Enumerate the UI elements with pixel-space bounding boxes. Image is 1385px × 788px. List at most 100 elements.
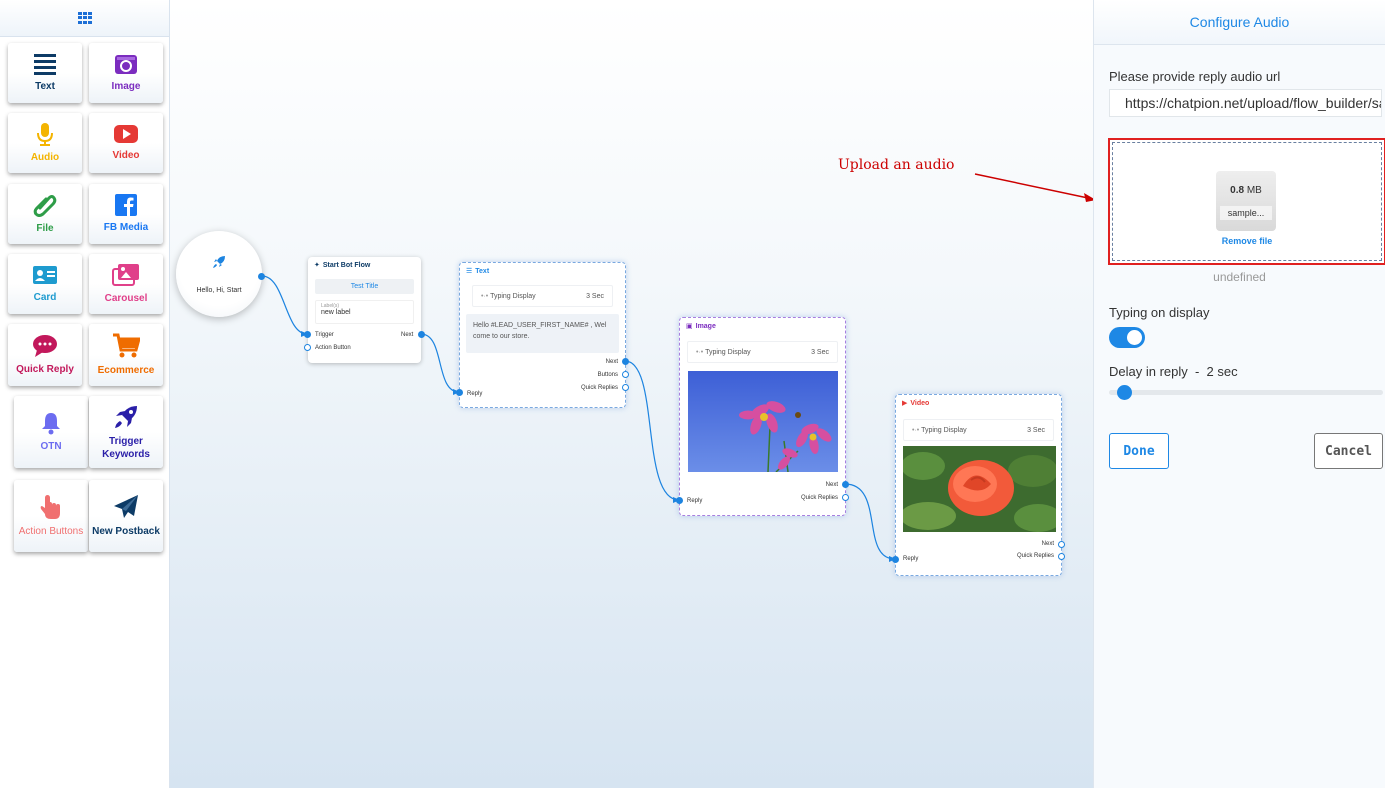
- grid-icon[interactable]: [77, 12, 92, 24]
- palette-item-label: Image: [111, 81, 141, 92]
- palette-item-action-buttons[interactable]: Action Buttons: [14, 480, 88, 552]
- typing-display-row: •·• Typing Display 3 Sec: [472, 285, 613, 307]
- palette-item-label: Card: [33, 292, 57, 303]
- palette-item-label: File: [36, 223, 54, 234]
- panel-title: Configure Audio: [1094, 0, 1385, 45]
- file-size: 0.8 MB: [1216, 185, 1276, 196]
- youtube-icon: [114, 125, 138, 143]
- buttons-label: Buttons: [597, 372, 618, 378]
- text-node[interactable]: ☰ Text •·• Typing Display 3 Sec Hello #L…: [459, 262, 626, 408]
- typing-dots-icon: •·•: [912, 426, 922, 434]
- video-reply-port[interactable]: [892, 556, 899, 563]
- start-bot-flow-node[interactable]: ✦ Start Bot Flow Test Title Label(s) new…: [308, 257, 421, 363]
- bot-flow-next-port[interactable]: [418, 331, 425, 338]
- audio-dropzone[interactable]: 0.8 MB sample... Remove file: [1108, 138, 1385, 265]
- image-quick-replies-port[interactable]: [842, 494, 849, 501]
- file-size-value: 0.8: [1230, 185, 1245, 196]
- palette-item-trigger-keywords[interactable]: Trigger Keywords: [89, 396, 163, 468]
- palette-item-audio[interactable]: Audio: [8, 113, 82, 173]
- node-title: Text: [475, 267, 490, 275]
- typing-toggle[interactable]: [1109, 327, 1145, 348]
- quick-replies-label: Quick Replies: [800, 495, 838, 501]
- trigger-input-port[interactable]: [304, 331, 311, 338]
- reply-label: Reply: [687, 498, 703, 504]
- typing-display-row: •·• Typing Display 3 Sec: [687, 341, 838, 363]
- palette-item-fb-media[interactable]: FB Media: [89, 184, 163, 244]
- start-node[interactable]: Hello, Hi, Start: [176, 231, 262, 317]
- facebook-icon: [115, 194, 137, 216]
- uploaded-file-preview: 0.8 MB sample...: [1216, 171, 1276, 231]
- palette-item-file[interactable]: File: [8, 184, 82, 244]
- palette-item-label: New Postback: [92, 526, 160, 537]
- next-label: Next: [1041, 541, 1054, 547]
- node-header: ☰ Text: [460, 263, 625, 279]
- typing-label: Typing Display: [921, 426, 967, 434]
- palette-item-carousel[interactable]: Carousel: [89, 254, 163, 314]
- palette-item-text[interactable]: Text: [8, 43, 82, 103]
- microphone-icon: [37, 123, 53, 146]
- image-icon: [115, 55, 137, 74]
- hand-pointer-icon: [40, 495, 60, 519]
- done-button[interactable]: Done: [1109, 433, 1169, 469]
- text-next-port[interactable]: [622, 358, 629, 365]
- palette-item-image[interactable]: Image: [89, 43, 163, 103]
- palette-item-label: Audio: [30, 152, 60, 163]
- start-node-output-port[interactable]: [258, 273, 265, 280]
- delay-label: Delay in reply - 2 sec: [1109, 364, 1238, 379]
- flow-canvas[interactable]: Hello, Hi, Start ✦ Start Bot Flow Test T…: [170, 0, 1093, 788]
- audio-url-value: https://chatpion.net/upload/flow_builder…: [1125, 95, 1381, 111]
- video-quick-replies-port[interactable]: [1058, 553, 1065, 560]
- label-value: new label: [321, 309, 351, 316]
- delay-slider-thumb[interactable]: [1117, 385, 1132, 400]
- palette-item-new-postback[interactable]: New Postback: [89, 480, 163, 552]
- palette-item-otn[interactable]: OTN: [14, 396, 88, 468]
- palette-item-card[interactable]: Card: [8, 254, 82, 314]
- text-buttons-port[interactable]: [622, 371, 629, 378]
- image-icon: ▣: [686, 323, 693, 330]
- palette-item-label: Carousel: [104, 293, 148, 304]
- image-next-port[interactable]: [842, 481, 849, 488]
- video-next-port[interactable]: [1058, 541, 1065, 548]
- node-title: Video: [910, 399, 930, 407]
- message-bubble[interactable]: Hello #LEAD_USER_FIRST_NAME# , Wel come …: [466, 314, 619, 353]
- audio-url-input[interactable]: https://chatpion.net/upload/flow_builder…: [1109, 89, 1382, 117]
- element-palette-sidebar: Text Image Audio Video File FB Media Car…: [0, 0, 170, 788]
- typing-delay: 3 Sec: [811, 348, 829, 356]
- palette-item-label: Quick Reply: [16, 364, 74, 375]
- wire-image-to-video: [844, 483, 896, 560]
- action-button-input-port[interactable]: [304, 344, 311, 351]
- paperclip-icon: [33, 195, 57, 217]
- chat-bubble-icon: [33, 335, 57, 357]
- url-label: Please provide reply audio url: [1109, 69, 1281, 84]
- label-field[interactable]: Label(s) new label: [315, 300, 414, 324]
- image-node[interactable]: ▣ Image •·• Typing Display 3 Sec Next Qu…: [679, 317, 846, 516]
- cancel-button[interactable]: Cancel: [1314, 433, 1383, 469]
- video-node[interactable]: ▶ Video •·• Typing Display 3 Sec Next Qu…: [895, 394, 1062, 576]
- palette-header: [0, 0, 169, 37]
- palette-item-video[interactable]: Video: [89, 113, 163, 173]
- node-header: ▶ Video: [896, 395, 1061, 411]
- remove-file-link[interactable]: Remove file: [1110, 236, 1384, 246]
- typing-label: Typing Display: [705, 348, 751, 356]
- delay-slider[interactable]: [1109, 390, 1383, 395]
- node-header: ▣ Image: [680, 318, 845, 334]
- typing-delay: 3 Sec: [586, 292, 604, 300]
- typing-dots-icon: •·•: [481, 292, 491, 300]
- cosmos-flower-photo: [688, 371, 838, 472]
- typing-label: Typing on display: [1109, 305, 1210, 320]
- typing-label: Typing Display: [490, 292, 536, 300]
- palette-item-ecommerce[interactable]: Ecommerce: [89, 324, 163, 386]
- palette-item-label: Text: [35, 81, 55, 92]
- typing-display-row: •·• Typing Display 3 Sec: [903, 419, 1054, 441]
- configure-audio-panel: Configure Audio Please provide reply aud…: [1093, 0, 1385, 788]
- wire-botflow-to-text: [420, 333, 460, 393]
- youtube-icon: ▶: [902, 400, 908, 407]
- palette-item-label: Action Buttons: [18, 526, 84, 537]
- image-reply-port[interactable]: [676, 497, 683, 504]
- text-reply-port[interactable]: [456, 389, 463, 396]
- text-quick-replies-port[interactable]: [622, 384, 629, 391]
- undefined-text: undefined: [1213, 270, 1266, 284]
- typing-delay: 3 Sec: [1027, 426, 1045, 434]
- test-title-button[interactable]: Test Title: [315, 279, 414, 294]
- palette-item-quick-reply[interactable]: Quick Reply: [8, 324, 82, 386]
